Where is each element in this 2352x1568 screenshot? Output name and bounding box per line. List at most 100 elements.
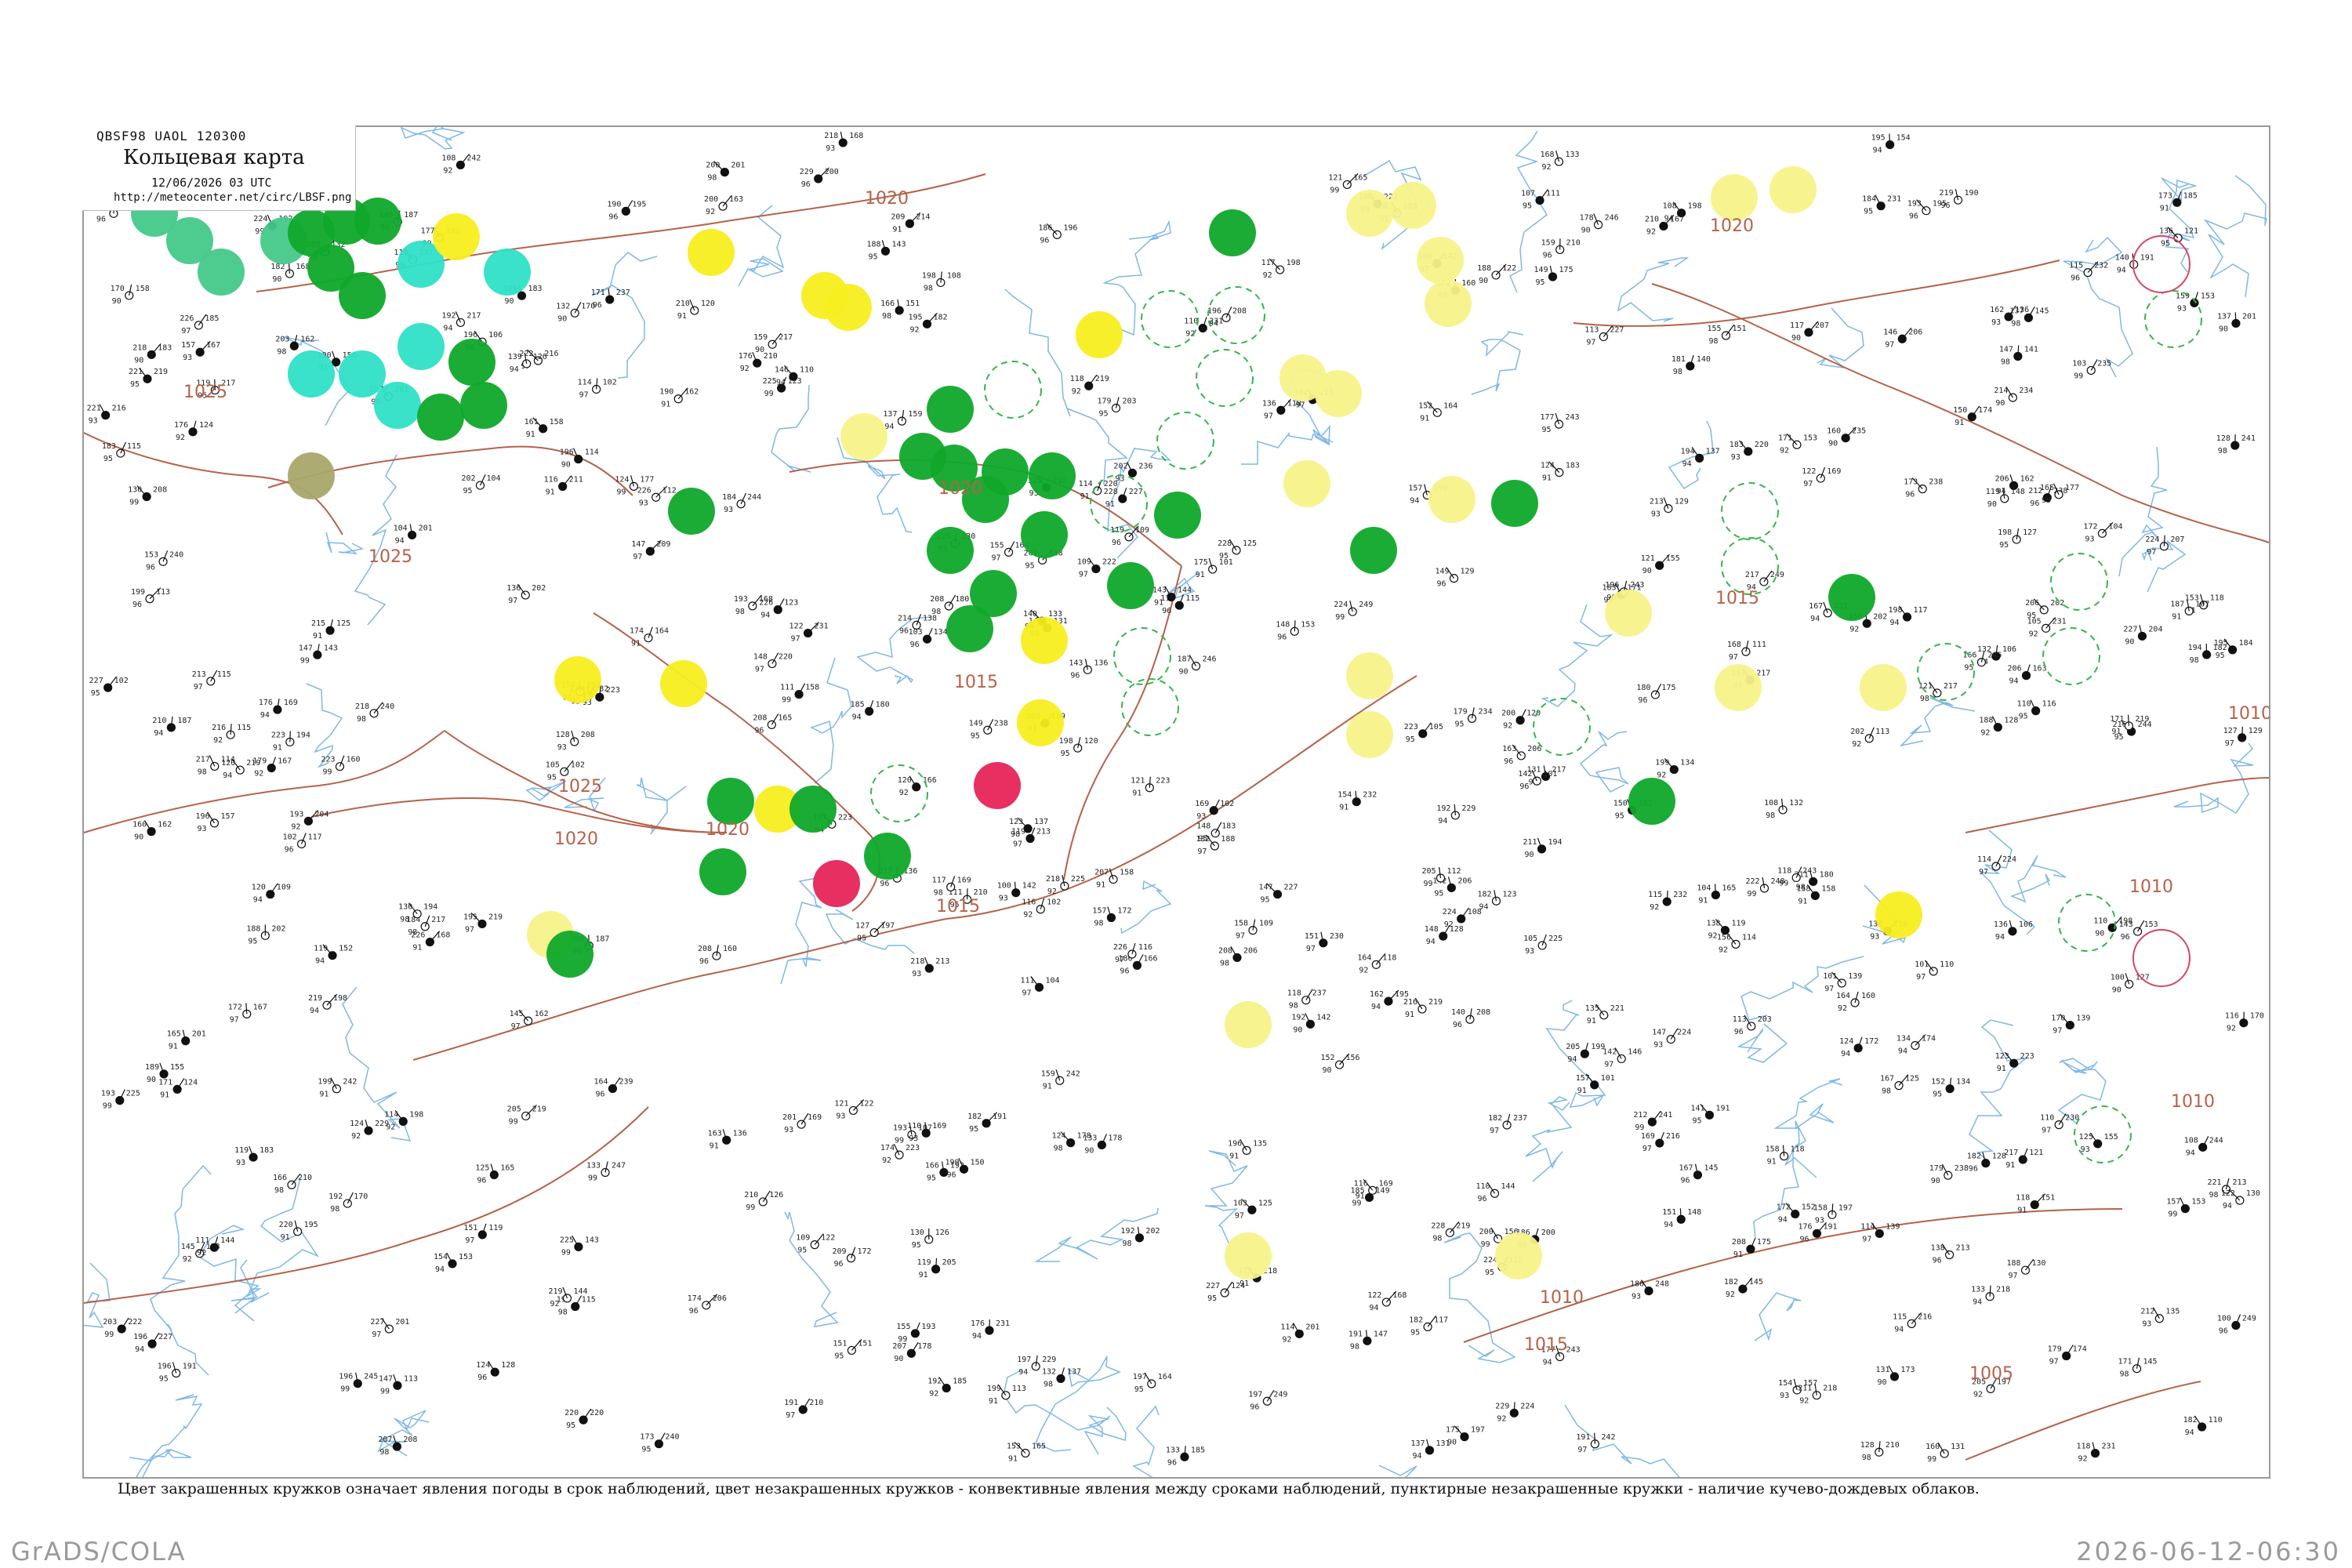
station-dew: 97 <box>1306 945 1316 953</box>
station-plot: 158 10997 <box>1234 919 1273 941</box>
station-pressure: 110 <box>800 365 814 374</box>
station-pressure: 104 <box>2108 522 2122 531</box>
station-temp: 122 <box>789 622 804 631</box>
station-plot: 121 12293 <box>834 1099 873 1120</box>
station-temp: 148 <box>1425 925 1439 934</box>
station-dew: 93 <box>236 1159 245 1167</box>
station-temp: 191 <box>784 1399 798 1407</box>
station-dew: 96 <box>1543 251 1552 260</box>
station-dew: 96 <box>1799 1235 1809 1243</box>
station-dew: 91 <box>631 640 641 648</box>
station-pressure: 239 <box>619 1078 633 1087</box>
station-temp: 121 <box>834 1099 848 1108</box>
station-temp: 169 <box>1641 1132 1655 1141</box>
station-pressure: 129 <box>1675 498 1689 506</box>
station-pressure: 104 <box>487 474 501 483</box>
station-temp: 122 <box>1367 1291 1381 1300</box>
station-temp: 184 <box>1862 195 1876 204</box>
station-pressure: 210 <box>764 352 778 361</box>
station-dew: 96 <box>1162 607 1171 615</box>
station-marker <box>235 765 245 775</box>
station-dew: 97 <box>2042 1127 2051 1135</box>
station-pressure: 242 <box>1066 1069 1080 1078</box>
station-pressure: 112 <box>662 486 677 495</box>
station-plot: 122 13094 <box>2221 1189 2260 1210</box>
station-temp: 188 <box>1979 717 1993 725</box>
station-temp: 206 <box>2008 665 2022 673</box>
station-plot: 173 24095 <box>640 1432 679 1454</box>
station-temp: 122 <box>2221 1189 2235 1198</box>
station-dew: 99 <box>1335 613 1345 622</box>
station-plot: 177 24395 <box>1541 412 1580 434</box>
station-marker <box>210 761 220 771</box>
station-dew: 94 <box>135 1345 144 1354</box>
station-dew: 95 <box>463 487 473 495</box>
station-temp: 219 <box>1940 189 1954 198</box>
station-pressure: 214 <box>916 212 930 221</box>
station-temp: 149 <box>969 719 983 728</box>
station-dew: 97 <box>1586 338 1595 347</box>
station-plot: 175 10191 <box>1194 557 1233 579</box>
station-dew: 95 <box>2161 240 2170 249</box>
station-pressure: 198 <box>1287 259 1301 267</box>
station-temp: 158 <box>1813 1203 1828 1212</box>
station-dew: 98 <box>1094 920 1103 928</box>
station-plot: 186 24893 <box>1630 1279 1669 1301</box>
station-plot: 208 20698 <box>1218 946 1258 967</box>
station-plot: 208 17591 <box>1732 1237 1771 1259</box>
station-temp: 142 <box>1518 770 1532 779</box>
station-pressure: 177 <box>640 475 654 484</box>
station-plot: 205 21999 <box>507 1105 546 1126</box>
station-temp: 107 <box>1521 190 1535 198</box>
station-dew: 94 <box>1841 1050 1850 1058</box>
station-temp: 209 <box>891 212 905 221</box>
station-pressure: 204 <box>314 810 328 818</box>
station-pressure: 162 <box>684 388 699 397</box>
weather-circle <box>288 452 335 499</box>
river-line <box>306 683 343 768</box>
station-dew: 91 <box>1767 1158 1777 1167</box>
station-dew: 96 <box>1453 1021 1462 1029</box>
river-line <box>1525 1096 1573 1182</box>
station-dew: 95 <box>1523 202 1532 211</box>
station-plot: 120 10994 <box>252 883 291 905</box>
station-dew: 94 <box>1664 1221 1673 1229</box>
station-temp: 194 <box>2188 644 2202 652</box>
station-temp: 166 <box>273 1174 287 1182</box>
station-temp: 105 <box>546 760 560 769</box>
station-dew: 99 <box>1424 880 1433 888</box>
station-dew: 91 <box>989 1397 998 1406</box>
station-dew: 92 <box>1719 946 1728 954</box>
station-pressure: 168 <box>1392 1291 1406 1300</box>
station-pressure: 180 <box>955 595 969 604</box>
station-temp: 223 <box>1404 723 1418 731</box>
station-temp: 115 <box>2069 262 2083 270</box>
station-plot: 152 15690 <box>1321 1053 1360 1075</box>
weather-circle <box>660 660 707 707</box>
river-line <box>2203 175 2267 298</box>
station-plot: 147 22795 <box>1259 883 1298 905</box>
station-plot: 200 12092 <box>1501 709 1541 731</box>
station-pressure: 167 <box>206 341 220 350</box>
station-pressure: 230 <box>1330 932 1344 941</box>
station-plot: 187 24690 <box>1177 655 1217 677</box>
station-dew: 97 <box>1115 956 1124 964</box>
station-plot: 137 20190 <box>2217 312 2256 333</box>
station-pressure: 169 <box>1827 467 1841 476</box>
station-pressure: 238 <box>1955 1164 1969 1173</box>
convective-ring <box>2042 627 2100 685</box>
station-plot: 141 19195 <box>1690 1103 1730 1125</box>
station-dew: 90 <box>1178 668 1188 677</box>
station-plot: 194 13794 <box>1681 447 1720 468</box>
station-dew: 91 <box>319 1091 328 1099</box>
station-plot: 116 21191 <box>544 475 583 496</box>
station-pressure: 168 <box>849 132 863 140</box>
river-line <box>1737 1023 1788 1063</box>
station-pressure: 213 <box>1956 1243 1970 1252</box>
station-temp: 118 <box>1070 375 1084 383</box>
station-temp: 121 <box>1641 554 1655 563</box>
station-dew: 93 <box>1651 510 1661 519</box>
station-pressure: 244 <box>747 493 761 502</box>
station-plot: 209 17296 <box>832 1247 872 1269</box>
station-pressure: 118 <box>1382 953 1396 962</box>
